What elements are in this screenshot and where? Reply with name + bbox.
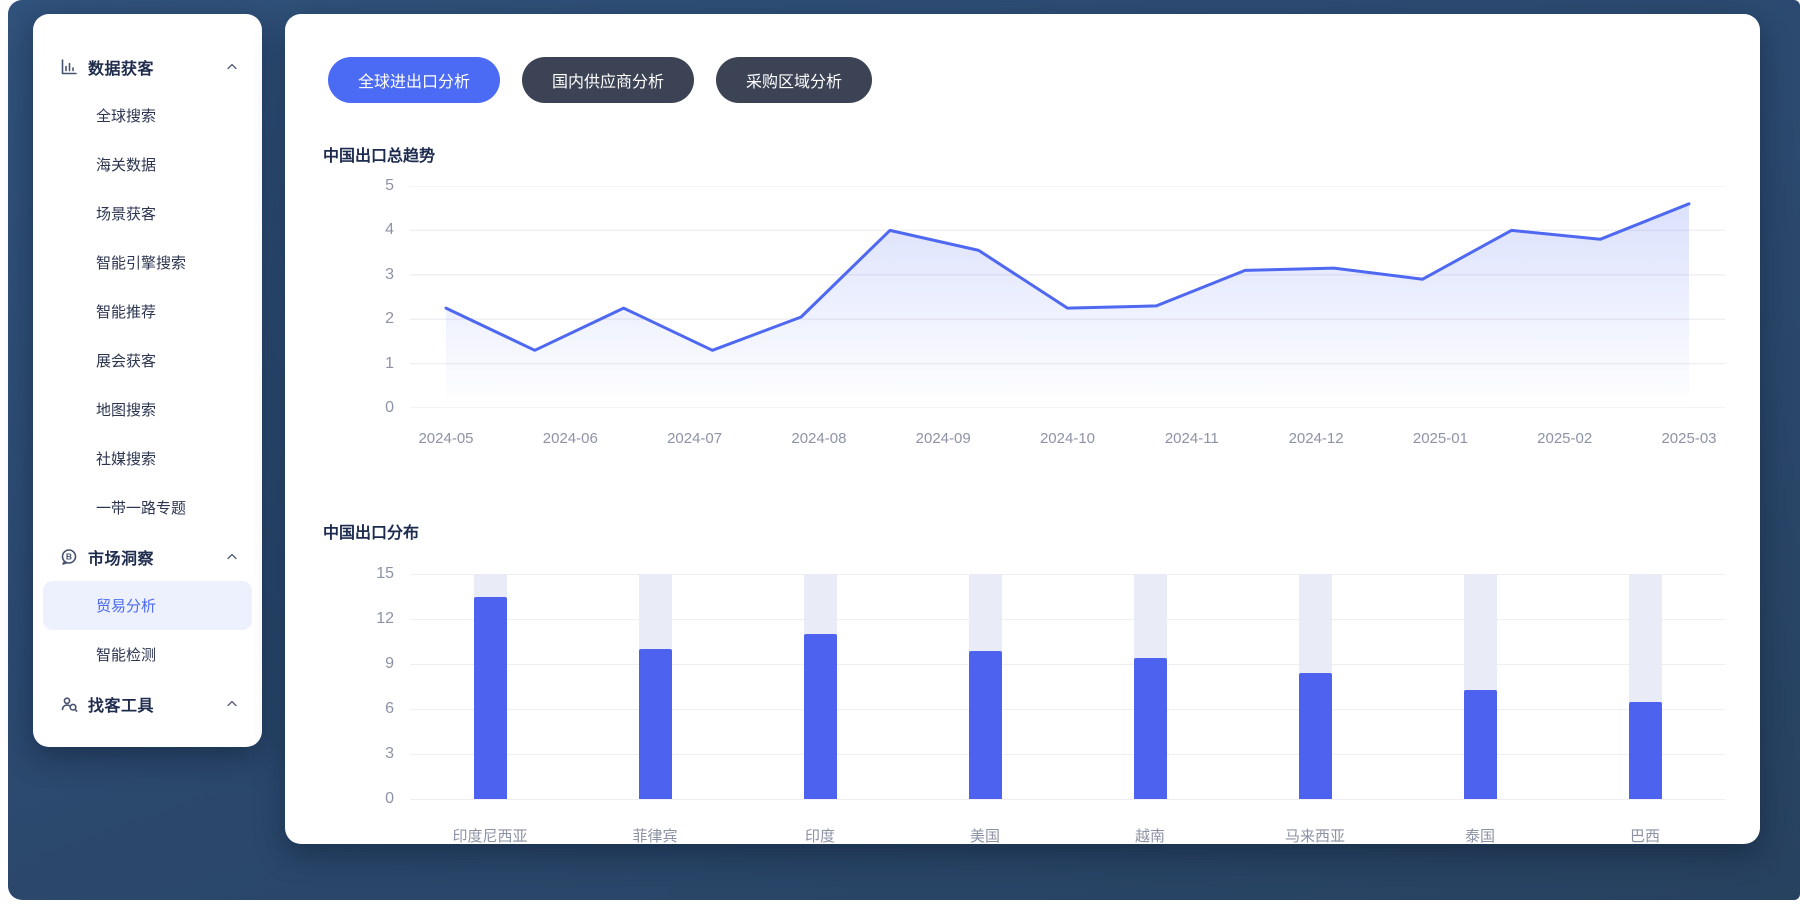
line-xlabel-2024-11: 2024-11	[1127, 430, 1257, 447]
sidebar-item-地图搜索[interactable]: 地图搜索	[43, 385, 252, 434]
analysis-tabs: 全球进出口分析国内供应商分析采购区域分析	[328, 57, 872, 103]
bar-xlabel-巴西: 巴西	[1580, 825, 1710, 846]
main-panel: 全球进出口分析国内供应商分析采购区域分析 中国出口总趋势 5 4 3 2 1 0 2024…	[285, 14, 1760, 844]
line-xlabel-2025-02: 2025-02	[1500, 430, 1630, 447]
tab-0[interactable]: 全球进出口分析	[328, 57, 500, 103]
bar-巴西	[1629, 702, 1662, 800]
sidebar-item-海关数据[interactable]: 海关数据	[43, 140, 252, 189]
bar-gridline	[410, 754, 1725, 755]
bar-gridline	[410, 799, 1725, 800]
bar-xlabel-菲律宾: 菲律宾	[590, 825, 720, 846]
line-ytick-0: 0	[310, 399, 394, 417]
sidebar-section-label: 市场洞察	[88, 545, 154, 569]
sidebar-item-场景获客[interactable]: 场景获客	[43, 189, 252, 238]
bar-chart-title: 中国出口分布	[323, 519, 419, 543]
tab-1[interactable]: 国内供应商分析	[522, 57, 694, 103]
svg-text:B: B	[66, 551, 72, 561]
bar-泰国	[1464, 690, 1497, 800]
sidebar: 数据获客全球搜索海关数据场景获客智能引擎搜索智能推荐展会获客地图搜索社媒搜索一带…	[33, 14, 262, 747]
bar-ytick-0: 0	[310, 790, 394, 808]
tab-2[interactable]: 采购区域分析	[716, 57, 872, 103]
line-chart-svg	[410, 186, 1725, 408]
sidebar-section-label: 数据获客	[88, 55, 154, 79]
sidebar-nav: 数据获客全球搜索海关数据场景获客智能引擎搜索智能推荐展会获客地图搜索社媒搜索一带…	[33, 42, 262, 728]
chat-bubble-b-icon: B	[59, 547, 79, 567]
line-xlabel-2024-12: 2024-12	[1251, 430, 1381, 447]
line-xlabel-2024-05: 2024-05	[381, 430, 511, 447]
line-xlabel-2025-01: 2025-01	[1375, 430, 1505, 447]
bar-美国	[969, 651, 1002, 800]
bar-gridline	[410, 664, 1725, 665]
line-chart-plot	[410, 186, 1725, 408]
line-ytick-4: 4	[310, 221, 394, 239]
line-chart-title: 中国出口总趋势	[323, 142, 435, 166]
line-xlabel-2025-03: 2025-03	[1624, 430, 1754, 447]
sidebar-item-智能检测[interactable]: 智能检测	[43, 630, 252, 679]
user-search-icon	[59, 694, 79, 714]
bar-xlabel-马来西亚: 马来西亚	[1250, 825, 1380, 846]
line-ytick-5: 5	[310, 177, 394, 195]
sidebar-item-社媒搜索[interactable]: 社媒搜索	[43, 434, 252, 483]
bar-xlabel-印度尼西亚: 印度尼西亚	[425, 825, 555, 846]
sidebar-item-智能推荐[interactable]: 智能推荐	[43, 287, 252, 336]
bar-gridline	[410, 574, 1725, 575]
bar-ytick-3: 3	[310, 745, 394, 763]
sidebar-item-展会获客[interactable]: 展会获客	[43, 336, 252, 385]
sidebar-section-0[interactable]: 数据获客	[33, 42, 262, 91]
chevron-up-icon	[224, 59, 240, 75]
line-xlabel-2024-06: 2024-06	[505, 430, 635, 447]
chevron-up-icon	[224, 549, 240, 565]
line-xlabel-2024-08: 2024-08	[754, 430, 884, 447]
bar-xlabel-美国: 美国	[920, 825, 1050, 846]
bar-xlabel-泰国: 泰国	[1415, 825, 1545, 846]
line-ytick-2: 2	[310, 310, 394, 328]
sidebar-item-贸易分析[interactable]: 贸易分析	[43, 581, 252, 630]
bar-菲律宾	[639, 649, 672, 799]
sidebar-item-智能引擎搜索[interactable]: 智能引擎搜索	[43, 238, 252, 287]
line-ytick-3: 3	[310, 266, 394, 284]
bar-xlabel-越南: 越南	[1085, 825, 1215, 846]
bar-ytick-6: 6	[310, 700, 394, 718]
chevron-up-icon	[224, 696, 240, 712]
bar-印度	[804, 634, 837, 799]
bar-xlabel-印度: 印度	[755, 825, 885, 846]
bar-ytick-9: 9	[310, 655, 394, 673]
sidebar-section-2[interactable]: 找客工具	[33, 679, 262, 728]
sidebar-item-一带一路专题[interactable]: 一带一路专题	[43, 483, 252, 532]
line-xlabel-2024-10: 2024-10	[1003, 430, 1133, 447]
line-xlabel-2024-09: 2024-09	[878, 430, 1008, 447]
bar-ytick-15: 15	[310, 565, 394, 583]
sidebar-section-label: 找客工具	[88, 692, 154, 716]
bar-马来西亚	[1299, 673, 1332, 799]
sidebar-section-1[interactable]: B 市场洞察	[33, 532, 262, 581]
bar-ytick-12: 12	[310, 610, 394, 628]
bar-chart-icon	[59, 57, 79, 77]
bar-印度尼西亚	[474, 597, 507, 800]
bar-gridline	[410, 619, 1725, 620]
bar-越南	[1134, 658, 1167, 799]
bar-chart-plot	[410, 574, 1725, 799]
line-ytick-1: 1	[310, 355, 394, 373]
app-root: 数据获客全球搜索海关数据场景获客智能引擎搜索智能推荐展会获客地图搜索社媒搜索一带…	[0, 0, 1800, 904]
sidebar-item-全球搜索[interactable]: 全球搜索	[43, 91, 252, 140]
bar-gridline	[410, 709, 1725, 710]
line-xlabel-2024-07: 2024-07	[630, 430, 760, 447]
